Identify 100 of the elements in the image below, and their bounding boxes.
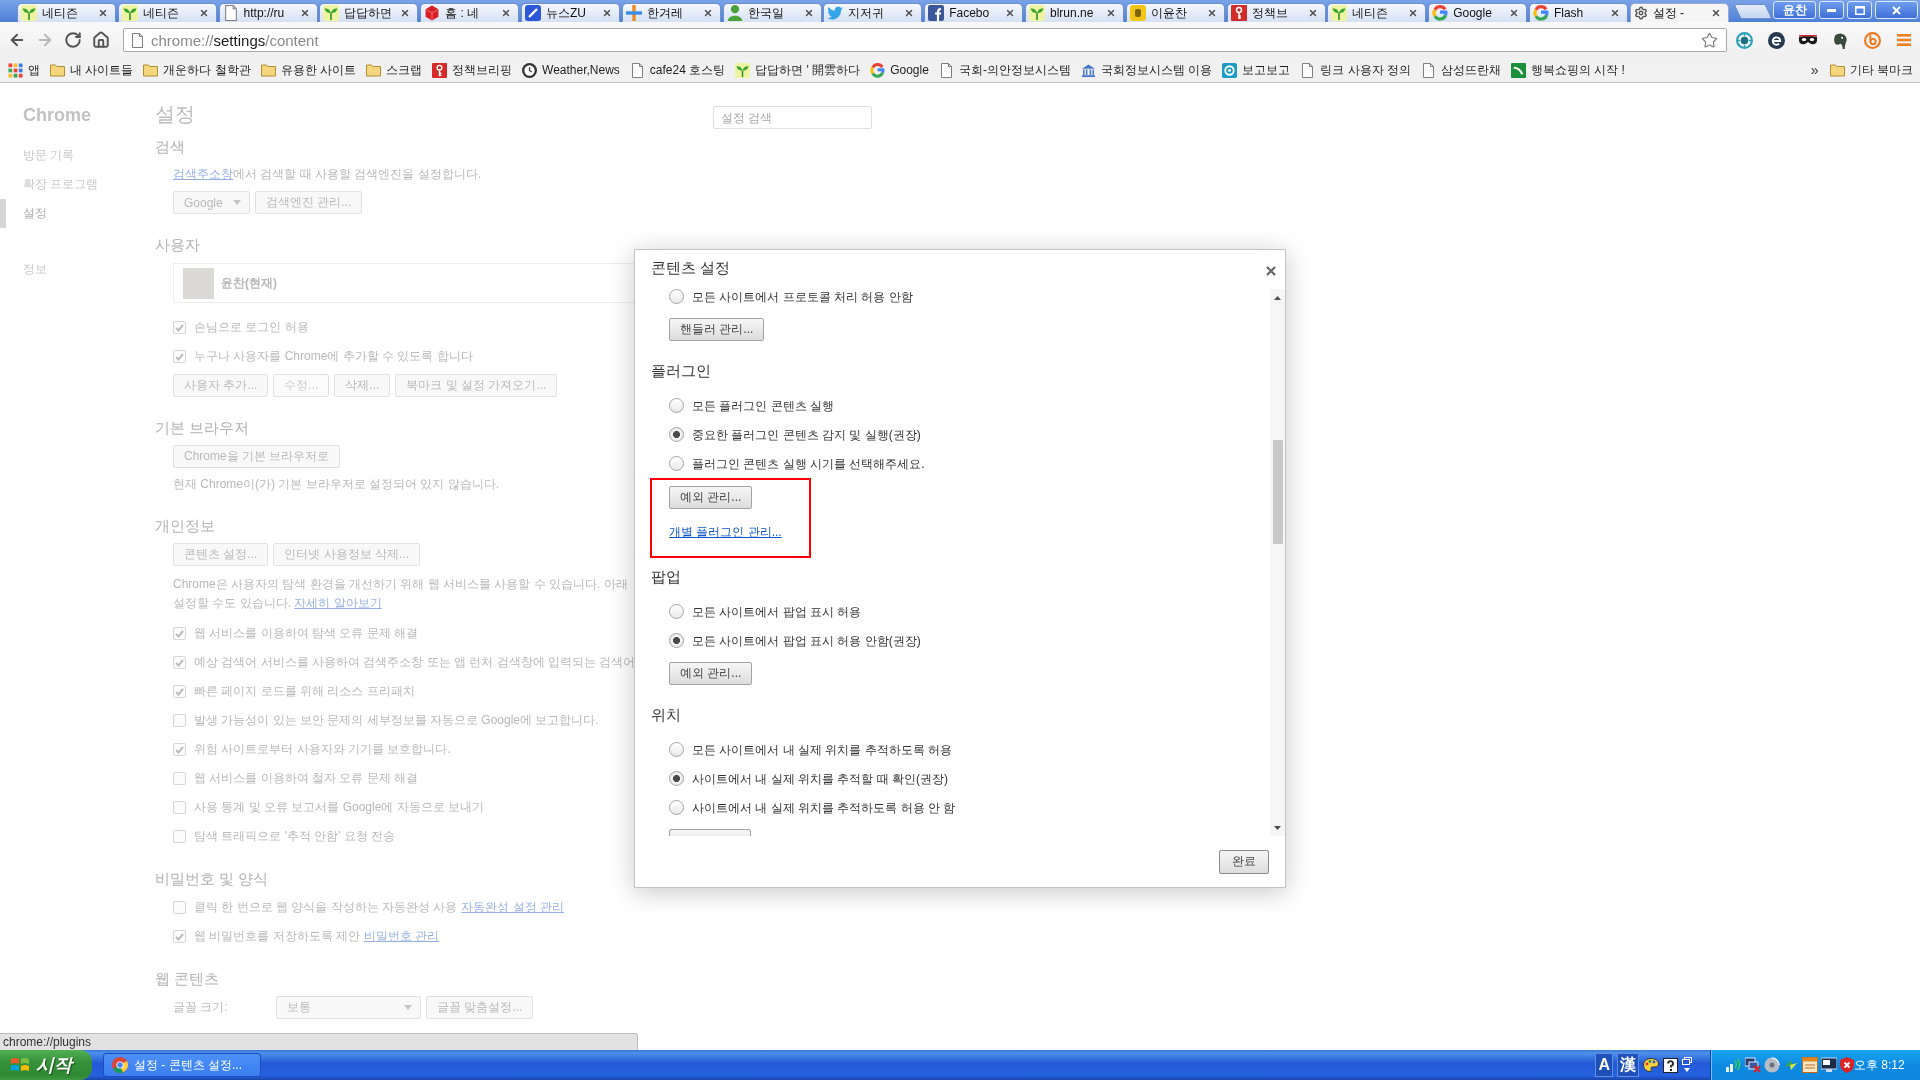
checkbox[interactable] <box>173 830 186 843</box>
checkbox[interactable] <box>173 627 186 640</box>
tab[interactable]: 설정 - <box>1629 3 1729 22</box>
close-icon[interactable] <box>803 8 814 18</box>
bookmark[interactable]: 유용한 사이트 <box>255 60 362 80</box>
radio-button[interactable] <box>669 742 684 757</box>
checkbox[interactable] <box>173 350 186 363</box>
close-icon[interactable] <box>904 8 915 18</box>
target-icon[interactable] <box>1735 31 1753 49</box>
bookmark[interactable]: 행복쇼핑의 시작 ! <box>1505 60 1630 80</box>
close-icon[interactable] <box>1206 8 1217 18</box>
options-icon[interactable] <box>1682 1057 1692 1073</box>
tab[interactable]: 네티즌 <box>1327 3 1427 22</box>
help-icon[interactable] <box>1663 1057 1678 1073</box>
close-icon[interactable] <box>1105 8 1116 18</box>
done-button[interactable]: 완료 <box>1219 849 1269 874</box>
star-icon[interactable] <box>1701 31 1718 49</box>
input-mode-indicator[interactable]: 漢 <box>1617 1053 1639 1077</box>
tab[interactable]: 한국일 <box>722 3 822 22</box>
close-icon[interactable] <box>198 8 209 18</box>
radio-button[interactable] <box>669 604 684 619</box>
tab[interactable]: 네티즌 <box>17 3 116 22</box>
bookmark[interactable]: 개운하다 철학관 <box>138 60 256 80</box>
elephant-icon[interactable] <box>1831 31 1849 49</box>
checkbox[interactable] <box>173 685 186 698</box>
address-field[interactable]: chrome://settings/content <box>123 28 1727 52</box>
radio-button[interactable] <box>669 289 684 304</box>
bookmark[interactable]: 내 사이트들 <box>45 60 139 80</box>
close-icon[interactable] <box>299 8 310 18</box>
close-icon[interactable] <box>1509 8 1520 18</box>
close-icon[interactable] <box>1266 266 1276 276</box>
tab[interactable]: Google <box>1428 3 1528 22</box>
bookmark[interactable]: 답답하면 ' 開雲하다 <box>730 60 866 80</box>
close-icon[interactable] <box>1408 8 1419 18</box>
tab[interactable]: Flash <box>1528 3 1628 22</box>
search-field[interactable]: 설정 검색 <box>713 106 872 129</box>
close-icon[interactable] <box>400 8 411 18</box>
tab[interactable]: blrun.ne <box>1024 3 1124 22</box>
close-icon[interactable] <box>702 8 713 18</box>
checkbox[interactable] <box>173 930 186 943</box>
close-icon[interactable] <box>98 8 108 18</box>
start-button[interactable]: 시작 <box>0 1050 92 1080</box>
link[interactable]: 개별 플러그인 관리... <box>669 525 782 539</box>
bookmark-folder[interactable]: 기타 북마크 <box>1824 60 1918 80</box>
signal-icon[interactable] <box>1726 1057 1742 1073</box>
bookmark[interactable]: 정책브리핑 <box>427 60 518 80</box>
dialog-button[interactable]: 핸들러 관리... <box>669 318 765 341</box>
radio-button[interactable] <box>669 800 684 815</box>
close-icon[interactable] <box>602 8 612 18</box>
radio-button[interactable] <box>669 456 684 471</box>
overflow-button[interactable]: » <box>1804 62 1825 78</box>
tab[interactable]: 지저귀 <box>823 3 923 22</box>
bookmark[interactable]: 국회정보시스템 이용 <box>1075 60 1218 80</box>
taskbar-window-button[interactable]: 설정 - 콘텐츠 설정... <box>103 1053 261 1077</box>
tab[interactable]: 답답하면 <box>319 3 419 22</box>
swirl-icon[interactable] <box>1767 31 1785 49</box>
bookmark[interactable]: Google <box>865 60 934 80</box>
bookmark[interactable]: cafe24 호스팅 <box>624 60 731 80</box>
radio-button[interactable] <box>669 633 684 648</box>
shield-icon[interactable] <box>1840 1057 1854 1073</box>
scrollbar[interactable] <box>1270 289 1285 836</box>
dialog-button[interactable]: 예외 관리... <box>669 486 753 509</box>
tab[interactable]: 홈 : 네 <box>420 3 520 22</box>
close-icon[interactable] <box>1609 8 1620 18</box>
bookmark[interactable]: 삼성뜨란채 <box>1415 60 1506 80</box>
input-mode-indicator[interactable]: A <box>1595 1053 1613 1077</box>
radio-button[interactable] <box>669 771 684 786</box>
close-icon[interactable] <box>501 8 512 18</box>
monitor-cross-icon[interactable] <box>1745 1057 1761 1073</box>
close-icon[interactable] <box>1307 8 1318 18</box>
close-icon[interactable] <box>1710 8 1721 18</box>
close-icon[interactable] <box>1005 8 1016 18</box>
bookmark[interactable]: Weather,News <box>517 60 625 80</box>
minimize-button[interactable] <box>1819 1 1844 19</box>
palette-icon[interactable] <box>1643 1058 1659 1072</box>
checkbox[interactable] <box>173 714 186 727</box>
checkbox[interactable] <box>173 901 186 914</box>
mask-icon[interactable] <box>1799 35 1817 45</box>
dialog-button[interactable]: 예외 관리... <box>669 662 753 685</box>
monitor-icon[interactable] <box>1821 1057 1837 1073</box>
tab[interactable]: 뉴스ZU <box>521 3 620 22</box>
tab[interactable]: 이윤찬 <box>1125 3 1225 22</box>
caret-down-icon[interactable] <box>1274 825 1281 830</box>
scrollbar-thumb[interactable] <box>1272 440 1283 544</box>
checkbox[interactable] <box>173 772 186 785</box>
close-button[interactable] <box>1875 1 1918 19</box>
bookmark[interactable]: 앱 <box>3 60 45 80</box>
tab[interactable]: 네티즌 <box>117 3 217 22</box>
disc-icon[interactable] <box>1764 1057 1780 1073</box>
tab[interactable]: 정책브 <box>1226 3 1326 22</box>
tab[interactable]: http://ru <box>218 3 318 22</box>
tab[interactable]: 한겨레 <box>621 3 721 22</box>
bookmark[interactable]: 스크랩 <box>361 60 428 80</box>
bookmark[interactable]: 국회-의안정보시스템 <box>933 60 1076 80</box>
caret-up-icon[interactable] <box>1274 295 1281 300</box>
tab[interactable]: Facebo <box>924 3 1024 22</box>
new-tab-button[interactable] <box>1733 4 1773 19</box>
radio-button[interactable] <box>669 427 684 442</box>
bookmark[interactable]: 보고보고 <box>1217 60 1296 80</box>
checkbox[interactable] <box>173 656 186 669</box>
